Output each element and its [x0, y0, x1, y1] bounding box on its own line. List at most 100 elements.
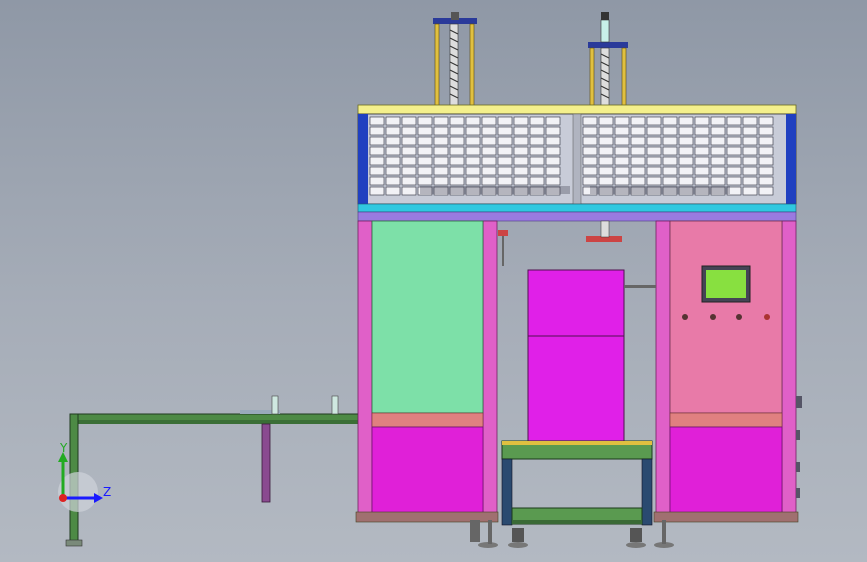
mesh-cell: [758, 186, 774, 196]
mesh-cell: [529, 156, 545, 166]
mesh-cell: [582, 166, 598, 176]
mesh-cell: [614, 126, 630, 136]
mesh-cell: [481, 126, 497, 136]
mesh-cell: [385, 176, 401, 186]
lift-column-left: [433, 12, 477, 109]
mesh-cell: [465, 166, 481, 176]
mesh-cell: [401, 126, 417, 136]
mesh-cell: [401, 156, 417, 166]
mesh-cell: [385, 186, 401, 196]
mesh-cell: [433, 156, 449, 166]
mesh-cell: [417, 156, 433, 166]
mesh-cell: [433, 166, 449, 176]
mesh-cell: [465, 126, 481, 136]
mesh-cell: [369, 126, 385, 136]
z-axis-arrow: [94, 493, 103, 503]
mesh-cell: [758, 166, 774, 176]
mesh-cell: [646, 146, 662, 156]
mesh-cell: [545, 126, 561, 136]
mesh-cell: [678, 136, 694, 146]
mesh-cell: [630, 136, 646, 146]
mesh-cell: [646, 156, 662, 166]
mesh-cell: [385, 136, 401, 146]
mesh-cell: [449, 166, 465, 176]
mesh-cell: [529, 146, 545, 156]
mesh-cell: [417, 176, 433, 186]
mesh-cell: [417, 166, 433, 176]
cad-viewport[interactable]: Y Z: [0, 0, 867, 562]
mesh-cell: [662, 146, 678, 156]
mesh-cell: [481, 166, 497, 176]
coordinate-triad[interactable]: [58, 452, 103, 512]
mesh-cell: [598, 146, 614, 156]
mesh-cell: [726, 176, 742, 186]
mesh-cell: [630, 156, 646, 166]
mesh-cell: [417, 126, 433, 136]
mesh-cell: [646, 166, 662, 176]
mesh-cell: [481, 116, 497, 126]
mesh-cell: [614, 116, 630, 126]
mesh-cell: [417, 116, 433, 126]
lift-column-right: [588, 12, 628, 109]
mesh-cell: [497, 136, 513, 146]
mesh-cell: [598, 136, 614, 146]
mesh-cell: [401, 136, 417, 146]
machine-3d-model[interactable]: [0, 0, 867, 562]
mesh-cell: [369, 116, 385, 126]
mesh-cell: [513, 116, 529, 126]
mesh-cell: [385, 116, 401, 126]
mesh-cell: [758, 126, 774, 136]
mesh-cell: [401, 176, 417, 186]
mesh-cell: [630, 116, 646, 126]
mesh-cell: [369, 186, 385, 196]
z-axis-label: Z: [103, 485, 112, 499]
violet-strip: [357, 211, 797, 222]
mesh-cell: [678, 166, 694, 176]
mesh-cell: [742, 186, 758, 196]
mesh-cell: [545, 116, 561, 126]
mesh-cell: [582, 146, 598, 156]
mesh-cell: [614, 176, 630, 186]
mesh-cell: [465, 146, 481, 156]
mesh-cell: [433, 176, 449, 186]
mesh-cell: [694, 116, 710, 126]
mesh-cell: [598, 126, 614, 136]
mesh-cell: [417, 146, 433, 156]
mesh-cell: [497, 156, 513, 166]
mesh-cell: [630, 146, 646, 156]
mesh-cell: [694, 146, 710, 156]
mesh-cell: [630, 176, 646, 186]
mesh-cell: [598, 166, 614, 176]
mesh-cell: [513, 146, 529, 156]
mesh-cell: [726, 146, 742, 156]
mesh-cell: [646, 116, 662, 126]
mesh-cell: [662, 126, 678, 136]
center-conveyor: [470, 440, 674, 548]
mesh-cell: [742, 116, 758, 126]
mesh-cell: [497, 176, 513, 186]
mesh-cell: [449, 116, 465, 126]
mesh-cell: [545, 146, 561, 156]
mesh-cell: [598, 176, 614, 186]
mesh-cell: [545, 166, 561, 176]
mesh-cell: [545, 156, 561, 166]
mesh-cell: [433, 146, 449, 156]
mesh-cell: [497, 116, 513, 126]
mesh-cell: [710, 176, 726, 186]
mesh-cell: [598, 156, 614, 166]
mesh-cell: [369, 146, 385, 156]
mesh-cell: [742, 156, 758, 166]
mesh-cell: [465, 116, 481, 126]
mesh-cell: [385, 126, 401, 136]
mesh-cell: [582, 116, 598, 126]
mesh-cell: [497, 126, 513, 136]
mesh-cell: [529, 116, 545, 126]
mesh-cell: [726, 126, 742, 136]
mesh-cell: [401, 116, 417, 126]
mesh-cell: [614, 136, 630, 146]
mesh-cell: [513, 166, 529, 176]
mesh-cell: [417, 136, 433, 146]
mesh-cell: [726, 156, 742, 166]
mesh-cell: [449, 176, 465, 186]
mesh-cell: [433, 126, 449, 136]
